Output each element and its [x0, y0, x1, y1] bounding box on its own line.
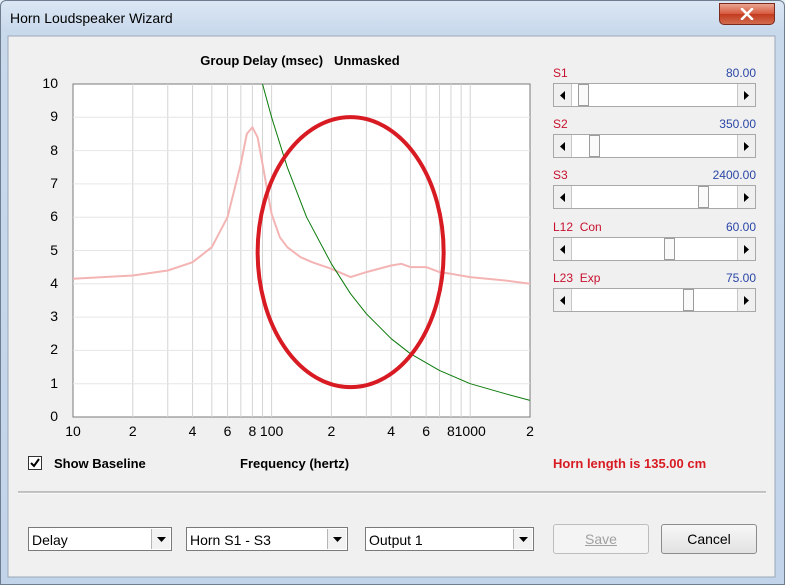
horn-length-text: Horn length is 135.00 cm	[553, 456, 707, 471]
y-tick-label: 3	[50, 308, 58, 325]
y-tick-label: 0	[50, 408, 58, 424]
scroll-right-button[interactable]	[737, 135, 755, 157]
chevron-down-icon	[332, 536, 342, 542]
x-tick-label: 100	[259, 423, 284, 439]
slider-scrollbar[interactable]	[553, 185, 756, 209]
display-mode-dropdown[interactable]: Delay	[28, 527, 172, 551]
x-tick-label: 10	[65, 423, 81, 439]
dropdown-arrow-button[interactable]	[151, 529, 170, 549]
slider-value: 350.00	[719, 117, 756, 131]
slider-value: 80.00	[725, 66, 756, 80]
arrow-left-icon	[560, 90, 565, 100]
cancel-button[interactable]: Cancel	[661, 524, 757, 554]
arrow-right-icon	[744, 295, 749, 305]
chevron-down-icon	[156, 536, 166, 542]
slider-label: L23 Exp	[553, 271, 601, 285]
arrow-left-icon	[560, 192, 565, 202]
dropdown-arrow-button[interactable]	[513, 529, 532, 549]
checkmark-icon	[30, 458, 40, 468]
arrow-left-icon	[560, 141, 565, 151]
arrow-right-icon	[744, 90, 749, 100]
x-tick-label: 2	[526, 423, 534, 439]
slider-scrollbar[interactable]	[553, 134, 756, 158]
chart-title: Group Delay (msec) Unmasked	[200, 53, 400, 68]
slider-scrollbar[interactable]	[553, 83, 756, 107]
slider-thumb[interactable]	[588, 135, 600, 157]
scroll-right-button[interactable]	[737, 289, 755, 311]
arrow-right-icon	[744, 244, 749, 254]
slider-value: 2400.00	[712, 168, 756, 182]
slider-thumb[interactable]	[664, 238, 676, 260]
dropdown-arrow-button[interactable]	[327, 529, 346, 549]
arrow-left-icon	[560, 244, 565, 254]
slider-value: 60.00	[725, 220, 756, 234]
scroll-left-button[interactable]	[554, 135, 572, 157]
x-axis-label: Frequency (hertz)	[240, 456, 350, 471]
scroll-left-button[interactable]	[554, 186, 572, 208]
arrow-left-icon	[560, 295, 565, 305]
y-tick-label: 8	[50, 141, 58, 158]
y-tick-label: 5	[50, 241, 58, 258]
output-value: Output 1	[369, 532, 423, 548]
slider-label: S3	[553, 168, 568, 182]
show-baseline-checkbox[interactable]	[28, 456, 42, 470]
horn-section-dropdown[interactable]: Horn S1 - S3	[186, 527, 348, 551]
scroll-right-button[interactable]	[737, 186, 755, 208]
slider-scrollbar[interactable]	[553, 237, 756, 261]
slider-label: S2	[553, 117, 568, 131]
arrow-right-icon	[744, 141, 749, 151]
y-tick-label: 2	[50, 341, 58, 358]
output-dropdown[interactable]: Output 1	[365, 527, 534, 551]
chevron-down-icon	[518, 536, 528, 542]
display-mode-value: Delay	[32, 532, 68, 548]
slider-label: S1	[553, 66, 568, 80]
slider-thumb[interactable]	[578, 84, 590, 106]
horn-section-value: Horn S1 - S3	[190, 532, 271, 548]
y-tick-label: 10	[42, 75, 58, 91]
slider-label: L12 Con	[553, 220, 602, 234]
scroll-right-button[interactable]	[737, 238, 755, 260]
y-tick-label: 4	[50, 274, 58, 291]
y-tick-label: 9	[50, 108, 58, 125]
x-tick-label: 2	[327, 423, 336, 439]
arrow-right-icon	[744, 192, 749, 202]
y-tick-label: 6	[50, 208, 58, 225]
slider-thumb[interactable]	[698, 186, 710, 208]
x-tick-label: 1000	[454, 423, 486, 439]
scroll-left-button[interactable]	[554, 289, 572, 311]
y-tick-label: 1	[50, 374, 58, 391]
slider-value: 75.00	[725, 271, 756, 285]
slider-thumb[interactable]	[682, 289, 694, 311]
x-tick-label: 2	[128, 423, 137, 439]
scroll-left-button[interactable]	[554, 84, 572, 106]
save-button[interactable]: Save	[553, 524, 649, 554]
slider-scrollbar[interactable]	[553, 288, 756, 312]
show-baseline-label[interactable]: Show Baseline	[54, 456, 146, 471]
y-tick-label: 7	[50, 174, 58, 191]
scroll-right-button[interactable]	[737, 84, 755, 106]
scroll-left-button[interactable]	[554, 238, 572, 260]
